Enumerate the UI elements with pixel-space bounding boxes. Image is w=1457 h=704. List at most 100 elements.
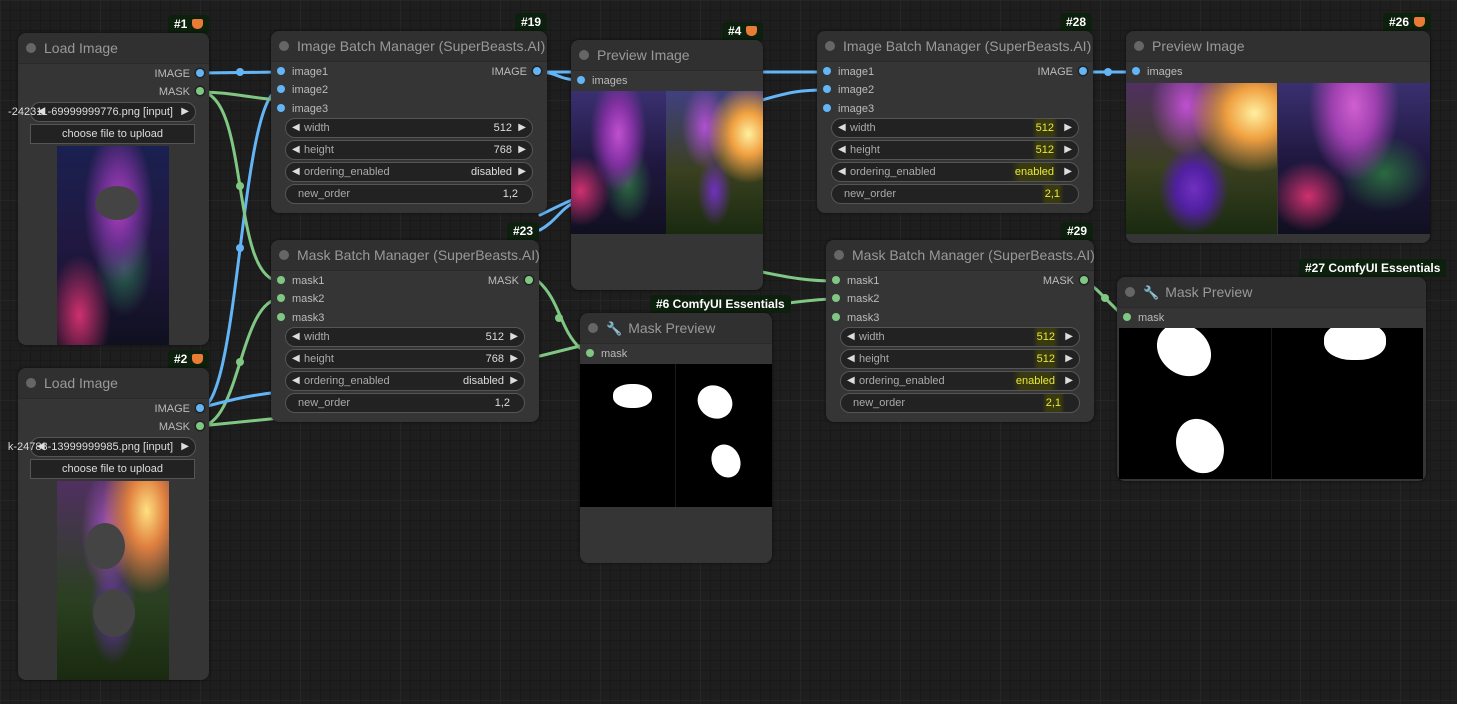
increment-icon[interactable]: ▶ [1065,328,1073,346]
increment-icon[interactable]: ▶ [510,328,518,346]
collapse-dot-icon[interactable] [26,43,36,53]
decrement-icon[interactable]: ◀ [292,328,300,346]
input-slot-mask1[interactable]: mask1 [832,273,879,289]
link-image[interactable] [198,70,282,75]
node-title[interactable]: Preview Image [571,40,763,71]
image-batch-manager-node[interactable]: Image Batch Manager (SuperBeasts.AI) ima… [817,31,1093,213]
increment-icon[interactable]: ▶ [1065,350,1073,368]
collapse-dot-icon[interactable] [1125,287,1135,297]
input-slot-image3[interactable]: image3 [823,101,874,117]
collapse-dot-icon[interactable] [1134,41,1144,51]
reroute-dot[interactable] [236,244,244,252]
image-file-combo[interactable]: -242311-69999999776.png [input] ◀ ▶ [8,102,196,122]
input-pin-icon[interactable] [823,104,831,112]
link-mask[interactable] [198,297,282,428]
increment-icon[interactable]: ▶ [518,163,526,181]
node-title[interactable]: 🔧 Mask Preview [1117,277,1426,308]
reroute-dot[interactable] [236,68,244,76]
decrement-icon[interactable]: ◀ [838,119,846,137]
increment-icon[interactable]: ▶ [1064,163,1072,181]
increment-icon[interactable]: ▶ [1065,372,1073,390]
increment-icon[interactable]: ▶ [1064,141,1072,159]
link-image[interactable] [198,88,282,410]
input-pin-icon[interactable] [832,294,840,302]
input-slot-mask[interactable]: mask [586,346,627,362]
upload-button[interactable]: choose file to upload [30,124,195,144]
decrement-icon[interactable]: ◀ [292,141,300,159]
input-slot-mask3[interactable]: mask3 [832,310,879,326]
input-slot-images[interactable]: images [577,73,627,89]
input-pin-icon[interactable] [277,294,285,302]
preview-image-1[interactable] [1126,83,1277,234]
mask-preview-node[interactable]: 🔧 Mask Preview mask [1117,277,1426,481]
input-slot-mask[interactable]: mask [1123,310,1164,326]
chevron-right-icon[interactable]: ▶ [181,103,189,121]
input-slot-image2[interactable]: image2 [277,82,328,98]
collapse-dot-icon[interactable] [579,50,589,60]
output-slot-image[interactable]: IMAGE [1038,64,1087,80]
link-mask[interactable] [198,416,282,428]
link-mask[interactable] [536,279,582,350]
input-slot-mask2[interactable]: mask2 [277,291,324,307]
input-slot-mask2[interactable]: mask2 [832,291,879,307]
height-widget[interactable]: ◀ height 768 ▶ [285,140,533,160]
ordering-enabled-toggle[interactable]: ◀ ordering_enabled enabled ▶ [831,162,1079,182]
input-slot-image1[interactable]: image1 [277,64,328,80]
decrement-icon[interactable]: ◀ [292,350,300,368]
increment-icon[interactable]: ▶ [510,372,518,390]
node-title[interactable]: Image Batch Manager (SuperBeasts.AI) [271,31,547,62]
preview-image-node[interactable]: Preview Image images [571,40,763,290]
node-title[interactable]: Load Image [18,33,209,64]
reroute-dot[interactable] [236,182,244,190]
ordering-enabled-toggle[interactable]: ◀ ordering_enabled disabled ▶ [285,162,533,182]
link-mask[interactable] [760,270,837,283]
upload-button[interactable]: choose file to upload [30,459,195,479]
input-slot-mask1[interactable]: mask1 [277,273,324,289]
output-pin-icon[interactable] [533,67,541,75]
reroute-dot[interactable] [1104,68,1112,76]
input-pin-icon[interactable] [823,85,831,93]
output-pin-icon[interactable] [1079,67,1087,75]
collapse-dot-icon[interactable] [825,41,835,51]
load-image-node[interactable]: Load Image IMAGE MASK -242311-6999999977… [8,33,209,345]
decrement-icon[interactable]: ◀ [847,328,855,346]
preview-image-node[interactable]: Preview Image images [1126,31,1430,243]
output-pin-icon[interactable] [196,404,204,412]
mask-batch-manager-node[interactable]: Mask Batch Manager (SuperBeasts.AI) mask… [826,240,1095,422]
input-pin-icon[interactable] [577,76,585,84]
output-pin-icon[interactable] [1080,276,1088,284]
new-order-input[interactable]: new_order 1,2 [285,393,525,413]
decrement-icon[interactable]: ◀ [847,350,855,368]
width-widget[interactable]: ◀ width 512 ▶ [285,327,525,347]
node-title[interactable]: Mask Batch Manager (SuperBeasts.AI) [826,240,1095,271]
new-order-input[interactable]: new_order 2,1 [831,184,1079,204]
ordering-enabled-toggle[interactable]: ◀ ordering_enabled enabled ▶ [840,371,1080,391]
chevron-left-icon[interactable]: ◀ [37,103,45,121]
output-slot-mask[interactable]: MASK [159,419,204,435]
chevron-left-icon[interactable]: ◀ [37,438,45,456]
mask-batch-manager-node[interactable]: Mask Batch Manager (SuperBeasts.AI) mask… [271,240,540,422]
width-widget[interactable]: ◀ width 512 ▶ [831,118,1079,138]
mask-preview-node[interactable]: 🔧 Mask Preview mask [580,313,772,563]
output-slot-mask[interactable]: MASK [159,84,204,100]
input-pin-icon[interactable] [277,276,285,284]
collapse-dot-icon[interactable] [279,41,289,51]
input-slot-image2[interactable]: image2 [823,82,874,98]
input-slot-image3[interactable]: image3 [277,101,328,117]
node-title[interactable]: 🔧 Mask Preview [580,313,772,344]
decrement-icon[interactable]: ◀ [292,119,300,137]
image-file-combo[interactable]: k-24783-13999999985.png [input] ◀ ▶ [8,437,196,457]
input-slot-mask3[interactable]: mask3 [277,310,324,326]
image-batch-manager-node[interactable]: Image Batch Manager (SuperBeasts.AI) ima… [271,31,547,213]
increment-icon[interactable]: ▶ [518,119,526,137]
preview-image-2[interactable] [1278,83,1430,234]
input-pin-icon[interactable] [1132,67,1140,75]
node-title[interactable]: Image Batch Manager (SuperBeasts.AI) [817,31,1093,62]
output-slot-image[interactable]: IMAGE [155,66,204,82]
decrement-icon[interactable]: ◀ [292,372,300,390]
ordering-enabled-toggle[interactable]: ◀ ordering_enabled disabled ▶ [285,371,525,391]
input-pin-icon[interactable] [832,276,840,284]
reroute-dot[interactable] [236,358,244,366]
decrement-icon[interactable]: ◀ [838,141,846,159]
output-slot-mask[interactable]: MASK [1043,273,1088,289]
